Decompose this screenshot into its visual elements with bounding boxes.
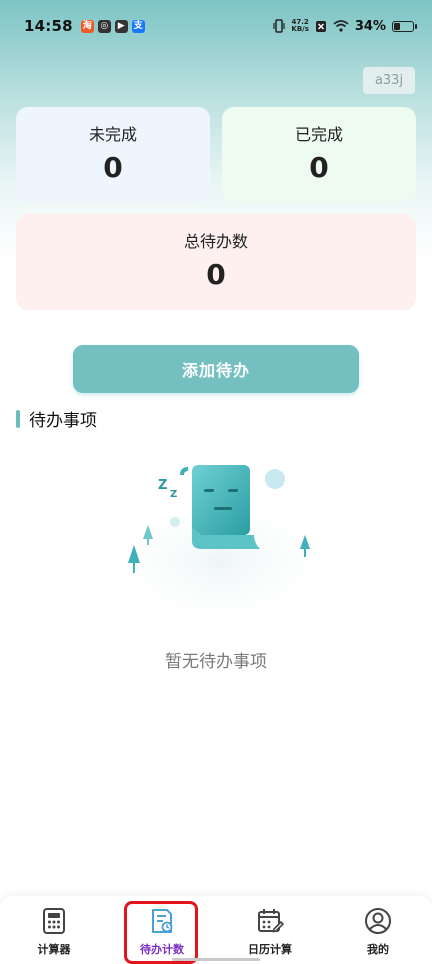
highlight-annotation bbox=[124, 901, 198, 964]
user-badge[interactable]: a33j bbox=[363, 67, 415, 94]
calculator-icon bbox=[43, 908, 65, 934]
vibrate-icon bbox=[273, 19, 285, 33]
nav-item-date-calc[interactable]: 日历计算 bbox=[216, 896, 324, 964]
status-bar: 14:58 淘 ◎ ▶ 支 47.2 KB/s 34% bbox=[0, 0, 432, 52]
nav-label-date-calc: 日历计算 bbox=[248, 943, 292, 956]
network-speed: 47.2 KB/s bbox=[291, 19, 308, 33]
nav-label-me: 我的 bbox=[367, 943, 389, 956]
alipay-icon: 支 bbox=[131, 19, 145, 33]
incomplete-label: 未完成 bbox=[88, 125, 137, 144]
nav-label-calculator: 计算器 bbox=[37, 943, 71, 956]
bottom-nav: 计算器 待办计数 日历计算 我的 bbox=[0, 896, 432, 964]
add-todo-button[interactable]: 添加待办 bbox=[73, 345, 359, 393]
app-notification-icon: 淘 bbox=[80, 19, 94, 33]
status-app-icons: 淘 ◎ ▶ 支 bbox=[80, 19, 145, 33]
section-accent-bar bbox=[16, 409, 20, 428]
section-title: 待办事项 bbox=[29, 411, 97, 431]
incomplete-card: 未完成 0 bbox=[16, 107, 210, 202]
network-speed-unit: KB/s bbox=[291, 25, 309, 33]
empty-state-illustration: Z Z bbox=[115, 465, 325, 635]
svg-text:Z: Z bbox=[158, 478, 167, 493]
calendar-edit-icon bbox=[258, 909, 284, 933]
nav-item-calculator[interactable]: 计算器 bbox=[0, 896, 108, 964]
sim-off-icon bbox=[315, 20, 326, 32]
status-time: 14:58 bbox=[24, 17, 73, 35]
play-icon: ▶ bbox=[114, 19, 128, 33]
total-value: 0 bbox=[206, 258, 226, 291]
battery-icon bbox=[392, 20, 417, 32]
wifi-icon bbox=[333, 20, 349, 32]
section-header: 待办事项 bbox=[16, 406, 97, 431]
status-right: 47.2 KB/s 34% bbox=[273, 18, 417, 34]
complete-value: 0 bbox=[309, 151, 329, 184]
total-label: 总待办数 bbox=[183, 232, 248, 251]
user-profile-icon bbox=[365, 908, 391, 934]
complete-label: 已完成 bbox=[294, 125, 343, 144]
battery-percent: 34% bbox=[354, 18, 386, 34]
nav-item-me[interactable]: 我的 bbox=[324, 896, 432, 964]
app-notification-icon: ◎ bbox=[97, 19, 111, 33]
complete-card: 已完成 0 bbox=[222, 107, 416, 202]
svg-text:Z: Z bbox=[170, 489, 177, 500]
home-indicator bbox=[172, 958, 260, 961]
total-card: 总待办数 0 bbox=[16, 214, 416, 310]
empty-state-text: 暂无待办事项 bbox=[165, 652, 267, 672]
incomplete-value: 0 bbox=[103, 151, 123, 184]
